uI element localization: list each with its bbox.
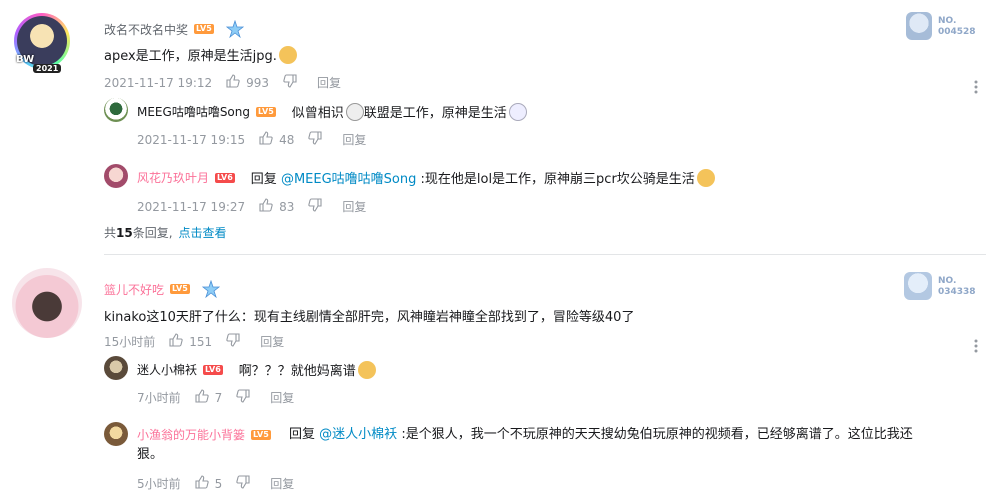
more-options-icon[interactable] [972, 79, 980, 95]
level-badge: LV5 [194, 24, 214, 34]
vip-icon [225, 19, 244, 39]
dislike-icon[interactable] [226, 333, 240, 350]
cat-emoji-icon [278, 46, 297, 64]
like-icon[interactable] [195, 475, 209, 492]
reply-button[interactable]: 回复 [342, 198, 366, 215]
view-all-replies-link[interactable]: 点击查看 [179, 224, 227, 241]
like-icon[interactable] [195, 389, 209, 406]
level-badge: LV5 [251, 429, 271, 440]
reply-prefix: 回复 [289, 427, 316, 442]
more-options-icon[interactable] [972, 338, 980, 354]
summary-prefix: 共 [104, 226, 117, 240]
vip-icon [201, 279, 220, 299]
timestamp: 2021-11-17 19:27 [137, 199, 246, 214]
comment-text: kinako这10天肝了什么：现有主线剧情全部肝完，风神瞳岩神瞳全部找到了，冒险… [104, 310, 635, 325]
ghost-emoji-icon [508, 103, 527, 121]
reply-button[interactable]: 回复 [317, 74, 341, 91]
avatar-mark: BW [16, 54, 35, 65]
reply-button[interactable]: 回复 [342, 131, 366, 148]
dislike-icon[interactable] [308, 131, 322, 148]
reply-text: 啊？？？就他妈离谱 [238, 364, 356, 379]
username[interactable]: 改名不改名中奖 [104, 21, 188, 38]
like-icon[interactable] [259, 131, 273, 148]
dislike-icon[interactable] [308, 198, 322, 215]
like-count: 993 [246, 75, 270, 90]
fan-badge-number: 004528 [938, 27, 976, 37]
timestamp: 5小时前 [137, 477, 181, 491]
fan-badge: NO. 004528 [906, 12, 986, 40]
reply-button[interactable]: 回复 [260, 333, 284, 350]
reply-text: :是个狠人，我一个不玩原神的天天搜幼兔伯玩原神的视频看，已经够离谱了。这位比我还 [401, 427, 913, 442]
reply-text: :现在他是lol是工作，原神崩三pcr坎公骑是生活 [420, 172, 695, 187]
fan-badge-label: NO. [938, 16, 957, 26]
replies-summary: 共 15 条回复, 点击查看 [104, 224, 227, 241]
username[interactable]: MEEG咕噜咕噜Song [137, 103, 250, 120]
summary-suffix: 条回复, [132, 226, 173, 240]
avatar[interactable] [12, 268, 82, 338]
username[interactable]: 风花乃玖叶月 [137, 169, 209, 186]
dislike-icon[interactable] [236, 475, 250, 492]
comment-text: apex是工作，原神是生活jpg. [104, 49, 277, 64]
timestamp: 2021-11-17 19:15 [137, 132, 246, 147]
face-emoji-icon [345, 103, 364, 121]
fan-badge-character-icon [904, 272, 932, 300]
avatar[interactable] [104, 356, 128, 380]
avatar[interactable] [104, 98, 128, 122]
summary-count: 15 [116, 225, 133, 240]
laugh-emoji-icon [357, 361, 376, 379]
timestamp: 7小时前 [137, 391, 181, 405]
like-count: 48 [279, 132, 295, 147]
reply-button[interactable]: 回复 [270, 389, 294, 406]
fan-badge-number: 034338 [938, 287, 976, 297]
like-count: 7 [214, 390, 223, 405]
like-count: 5 [214, 476, 223, 491]
like-count: 151 [189, 334, 213, 349]
level-badge: LV6 [203, 364, 223, 375]
reply-text-continued: 联盟是工作，原神是生活 [363, 106, 507, 121]
mention-link[interactable]: @迷人小棉袄 [319, 427, 397, 442]
level-badge: LV5 [256, 106, 276, 117]
timestamp: 2021-11-17 19:12 [104, 75, 213, 90]
avatar-tag: 2021 [33, 64, 62, 73]
cat-emoji-icon [696, 169, 715, 187]
fan-badge: NO. 034338 [904, 272, 986, 300]
reply-button[interactable]: 回复 [270, 475, 294, 492]
avatar[interactable] [104, 164, 128, 188]
dislike-icon[interactable] [283, 74, 297, 91]
reply-prefix: 回复 [250, 172, 277, 187]
like-icon[interactable] [169, 333, 183, 350]
like-count: 83 [279, 199, 295, 214]
username[interactable]: 迷人小棉袄 [137, 361, 197, 378]
level-badge: LV5 [170, 284, 190, 294]
dislike-icon[interactable] [236, 389, 250, 406]
comment-divider [104, 254, 986, 255]
username[interactable]: 篮儿不好吃 [104, 281, 164, 298]
level-badge: LV6 [215, 172, 235, 183]
fan-badge-character-icon [906, 12, 932, 40]
timestamp: 15小时前 [104, 335, 156, 349]
avatar[interactable] [104, 422, 128, 446]
username[interactable]: 小渔翁的万能小背篓 [137, 426, 245, 443]
fan-badge-label: NO. [938, 276, 957, 286]
reply-text: 似曾相识 [291, 106, 344, 121]
like-icon[interactable] [259, 198, 273, 215]
reply-text-continued: 狠。 [137, 447, 164, 462]
mention-link[interactable]: @MEEG咕噜咕噜Song [281, 172, 416, 187]
like-icon[interactable] [226, 74, 240, 91]
